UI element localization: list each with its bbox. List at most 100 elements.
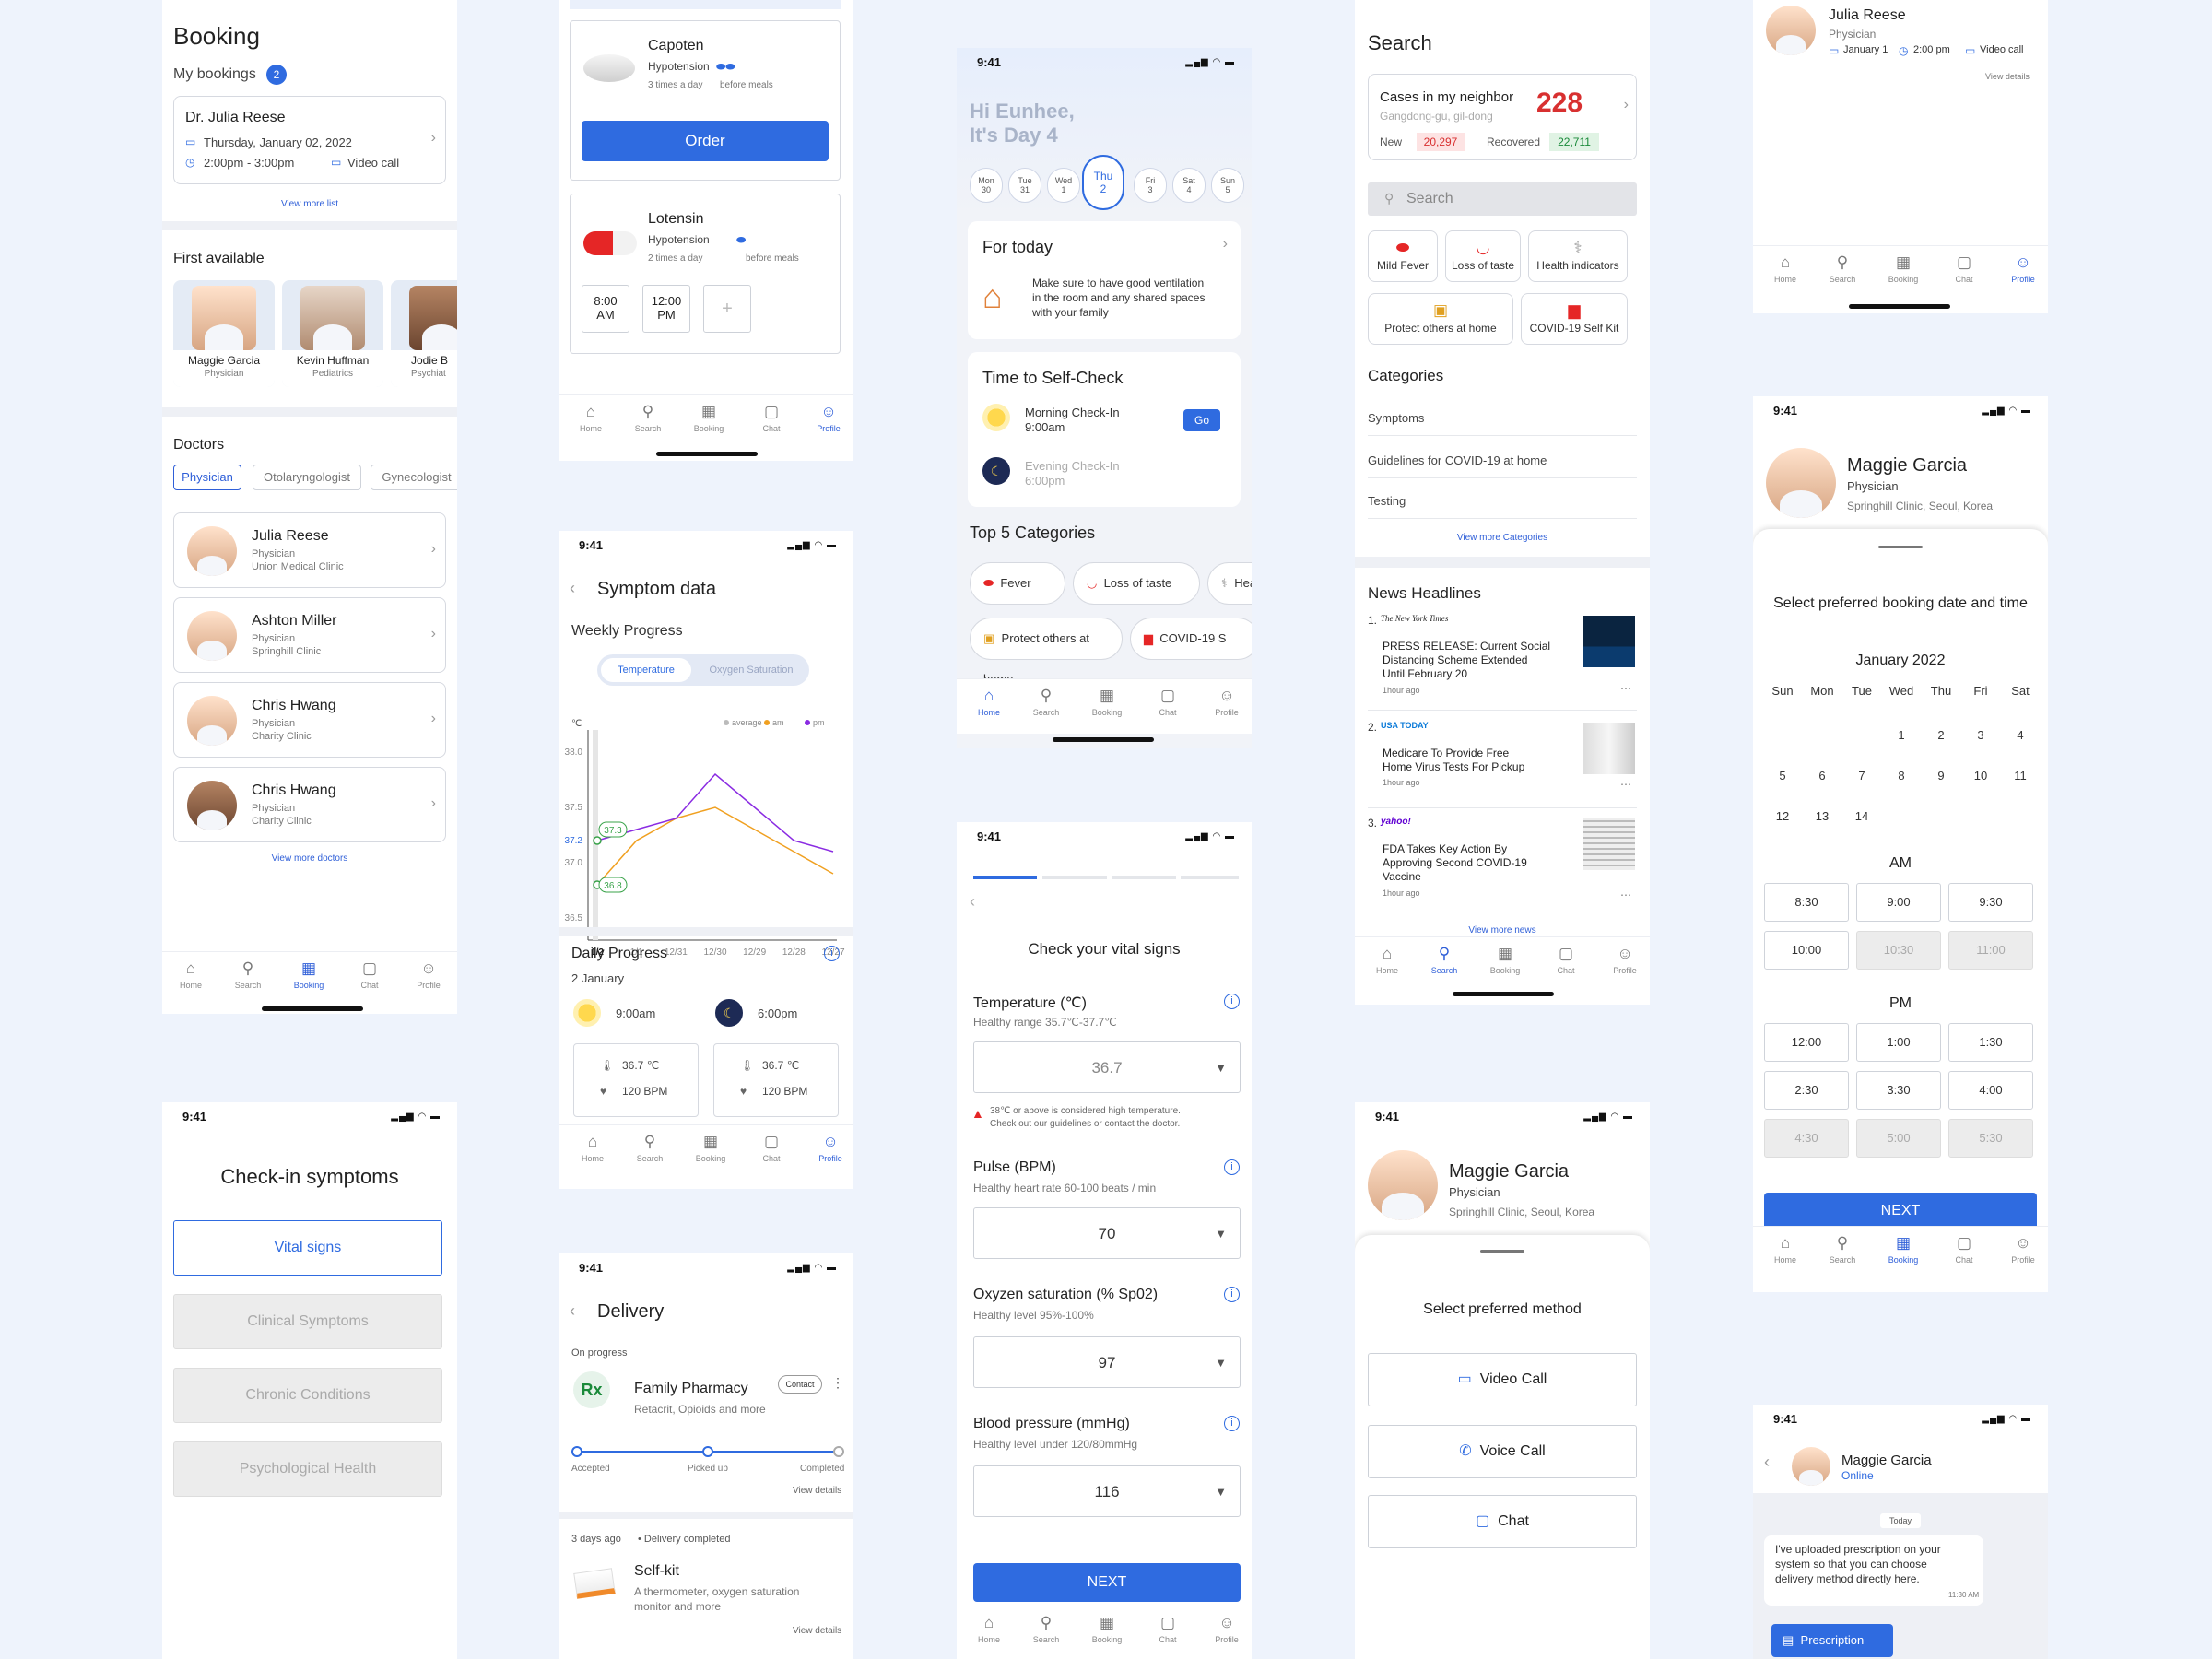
nav-booking[interactable]: ▦ Booking (1880, 1234, 1926, 1265)
next-button[interactable]: NEXT (1764, 1193, 2037, 1230)
nav-profile[interactable]: ☺ Profile (2000, 253, 2046, 284)
nav-profile[interactable]: ☺ Profile (406, 959, 452, 990)
calendar-day[interactable]: 6 (1804, 769, 1841, 782)
doctor-card[interactable]: Kevin Huffman Pediatrics (282, 280, 383, 387)
back-icon[interactable]: ‹ (970, 892, 975, 912)
nav-home[interactable]: ⌂ Home (568, 403, 614, 433)
calendar-day[interactable]: 13 (1804, 809, 1841, 823)
doctor-card[interactable]: Jodie B Psychiat (391, 280, 457, 387)
more-icon[interactable]: ⋮ (831, 1375, 844, 1391)
nav-booking[interactable]: ▦ Booking (1084, 1614, 1130, 1644)
day-pill[interactable]: Mon 30 (970, 168, 1003, 203)
search-input[interactable]: ⚲ Search (1368, 182, 1637, 216)
filter-gynecologist[interactable]: Gynecologist (371, 465, 457, 490)
nav-profile[interactable]: ☺ Profile (1204, 687, 1250, 717)
nav-home[interactable]: ⌂ Home (1762, 253, 1808, 284)
info-icon[interactable]: i (1224, 1416, 1240, 1431)
nav-chat[interactable]: ▢ Chat (1543, 945, 1589, 975)
time-slot[interactable]: 11:00 (1948, 931, 2033, 970)
info-icon[interactable]: i (1224, 1287, 1240, 1302)
nav-chat[interactable]: ▢ Chat (1145, 1614, 1191, 1644)
filter-physician[interactable]: Physician (173, 465, 241, 490)
category-item[interactable]: Guidelines for COVID-19 at home (1368, 453, 1547, 467)
view-more-news-link[interactable]: View more news (1355, 925, 1650, 935)
nav-booking[interactable]: ▦ Booking (1880, 253, 1926, 284)
calendar-day[interactable]: 5 (1764, 769, 1801, 782)
nav-profile[interactable]: ☺ Profile (806, 403, 852, 433)
nav-profile[interactable]: ☺ Profile (2000, 1234, 2046, 1265)
calendar-day[interactable]: 12 (1764, 809, 1801, 823)
doctor-row[interactable]: Julia Reese Physician Union Medical Clin… (173, 512, 446, 588)
day-pill[interactable]: Wed 1 (1047, 168, 1080, 203)
nav-booking[interactable]: ▦ Booking (286, 959, 332, 990)
calendar-day[interactable]: 3 (1962, 728, 1999, 742)
nav-booking[interactable]: ▦ Booking (1482, 945, 1528, 975)
info-icon[interactable]: i (824, 946, 840, 961)
day-pill[interactable]: Sat 4 (1172, 168, 1206, 203)
doctor-row[interactable]: Chris Hwang Physician Charity Clinic › (173, 767, 446, 842)
symptom-chip[interactable]: ◡ Loss of taste (1445, 230, 1521, 282)
calendar-day[interactable]: 7 (1843, 769, 1880, 782)
time-slot[interactable]: 9:30 (1948, 883, 2033, 922)
symptom-chip[interactable]: ▆ COVID-19 Self Kit (1521, 293, 1628, 345)
time-slot[interactable]: 4:30 (1764, 1119, 1849, 1158)
booking-card[interactable]: Dr. Julia Reese ▭ Thursday, January 02, … (173, 96, 446, 184)
nav-profile[interactable]: ☺ Profile (1602, 945, 1648, 975)
calendar-day[interactable]: 8 (1883, 769, 1920, 782)
news-item[interactable]: 2. USA TODAY Medicare To Provide Free Ho… (1368, 719, 1637, 802)
temperature-select[interactable]: 36.7 ▼ (973, 1041, 1241, 1093)
back-icon[interactable]: ‹ (1764, 1453, 1770, 1472)
time-slot[interactable]: 10:00 (1764, 931, 1849, 970)
back-icon[interactable]: ‹ (570, 1301, 575, 1321)
nav-chat[interactable]: ▢ Chat (347, 959, 393, 990)
order-button[interactable]: Order (582, 121, 829, 161)
time-slot[interactable]: 1:30 (1948, 1023, 2033, 1062)
option-vital-signs[interactable]: Vital signs (173, 1220, 442, 1276)
symptom-chip[interactable]: ⚕ Health indicators (1528, 230, 1628, 282)
option-clinical-symptoms[interactable]: Clinical Symptoms (173, 1294, 442, 1349)
news-item[interactable]: 1. The New York Times PRESS RELEASE: Cur… (1368, 612, 1637, 704)
view-details-link[interactable]: View details (1985, 72, 2030, 81)
tab-temperature[interactable]: Temperature (601, 658, 691, 682)
option-chronic-conditions[interactable]: Chronic Conditions (173, 1368, 442, 1423)
day-pill[interactable]: Fri 3 (1134, 168, 1167, 203)
cases-card[interactable]: Cases in my neighbor Gangdong-gu, gil-do… (1368, 74, 1637, 160)
voice-call-button[interactable]: ✆ Voice Call (1368, 1425, 1637, 1478)
time-slot[interactable]: 1:00 (1856, 1023, 1941, 1062)
chat-button[interactable]: ▢ Chat (1368, 1495, 1637, 1548)
nav-home[interactable]: ⌂ Home (966, 1614, 1012, 1644)
category-item[interactable]: Testing (1368, 494, 1406, 508)
for-today-card[interactable]: For today › ⌂ Make sure to have good ven… (968, 221, 1241, 339)
info-icon[interactable]: i (1224, 994, 1240, 1009)
calendar-day[interactable]: 11 (2002, 769, 2039, 782)
calendar-day[interactable]: 2 (1923, 728, 1959, 742)
category-chip[interactable]: ▣ Protect others at home (970, 618, 1123, 686)
go-button[interactable]: Go (1183, 409, 1220, 431)
nav-search[interactable]: ⚲ Search (1819, 253, 1865, 284)
nav-search[interactable]: ⚲ Search (1819, 1234, 1865, 1265)
nav-search[interactable]: ⚲ Search (1023, 687, 1069, 717)
nav-profile[interactable]: ☺ Profile (807, 1133, 853, 1163)
video-call-button[interactable]: ▭ Video Call (1368, 1353, 1637, 1406)
category-item[interactable]: Symptoms (1368, 411, 1424, 425)
nav-home[interactable]: ⌂ Home (1762, 1234, 1808, 1265)
calendar-day[interactable]: 10 (1962, 769, 1999, 782)
nav-search[interactable]: ⚲ Search (225, 959, 271, 990)
symptom-chip[interactable]: ▣ Protect others at home (1368, 293, 1513, 345)
dose-time-slot[interactable]: 12:00 PM (642, 285, 690, 333)
day-pill-selected[interactable]: Thu 2 (1082, 155, 1124, 210)
dose-time-slot[interactable]: 8:00 AM (582, 285, 629, 333)
calendar-day[interactable]: 1 (1883, 728, 1920, 742)
category-chip[interactable]: ◡ Loss of taste (1073, 562, 1200, 605)
view-details-link[interactable]: View details (793, 1626, 841, 1636)
calendar-day[interactable]: 4 (2002, 728, 2039, 742)
time-slot[interactable]: 3:30 (1856, 1071, 1941, 1110)
time-slot[interactable]: 4:00 (1948, 1071, 2033, 1110)
blood-pressure-select[interactable]: 116 ▼ (973, 1465, 1241, 1517)
nav-booking[interactable]: ▦ Booking (1084, 687, 1130, 717)
nav-home[interactable]: ⌂ Home (1364, 945, 1410, 975)
nav-chat[interactable]: ▢ Chat (748, 1133, 794, 1163)
nav-chat[interactable]: ▢ Chat (748, 403, 794, 433)
nav-chat[interactable]: ▢ Chat (1941, 253, 1987, 284)
time-slot[interactable]: 2:30 (1764, 1071, 1849, 1110)
